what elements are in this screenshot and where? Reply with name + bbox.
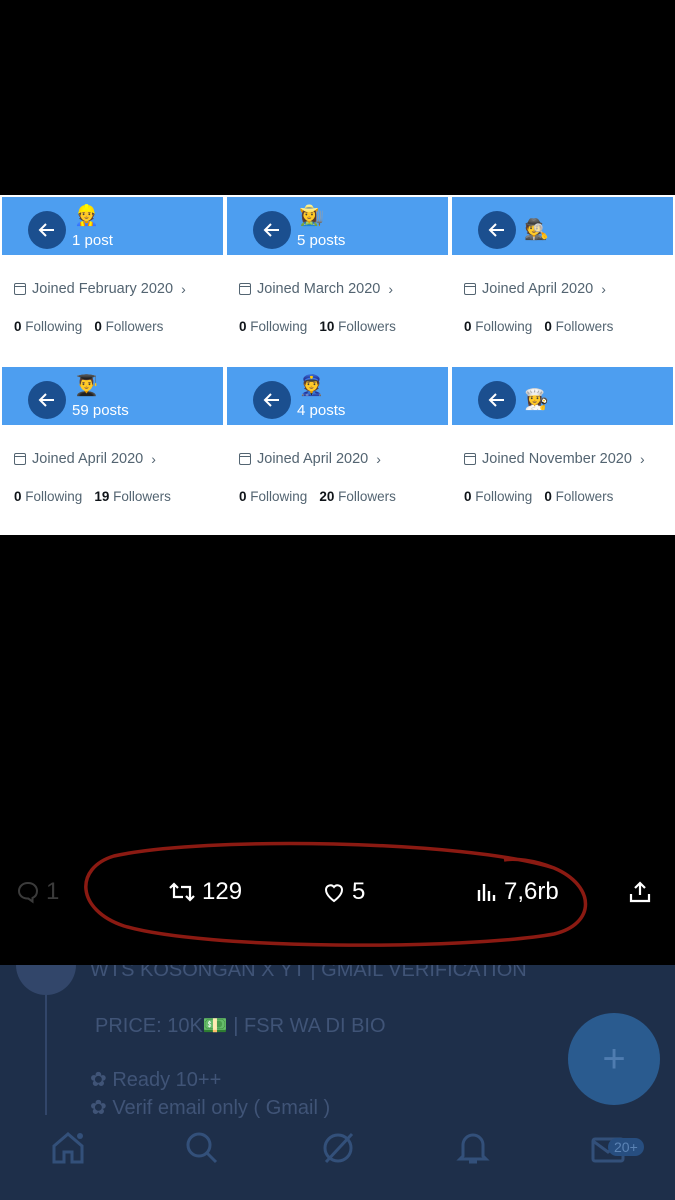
joined-date: Joined April 2020 ›	[239, 451, 381, 467]
bell-icon	[456, 1133, 490, 1164]
profile-card: 👷 1 post Joined February 2020 › 0 Followi…	[0, 195, 225, 365]
joined-date: Joined April 2020 ›	[464, 281, 606, 297]
post-count: 4 posts	[297, 402, 346, 419]
chevron-right-icon: ›	[376, 451, 381, 467]
arrow-left-icon	[38, 223, 54, 237]
post-count: 59 posts	[72, 402, 129, 419]
follow-stats: 0 Following 10 Followers	[239, 319, 396, 334]
follow-stats: 0 Following 19 Followers	[14, 489, 171, 504]
back-button[interactable]	[28, 211, 66, 249]
search-icon	[186, 1132, 218, 1164]
joined-date: Joined February 2020 ›	[14, 281, 186, 297]
avatar	[16, 965, 76, 995]
thread-line	[45, 995, 47, 1115]
share-icon	[629, 881, 651, 903]
back-button[interactable]	[478, 381, 516, 419]
profile-header: 👩‍🌾 5 posts	[227, 197, 448, 255]
bottom-nav	[0, 1130, 675, 1190]
profile-card: 👨‍🎓 59 posts Joined April 2020 › 0 Follow…	[0, 365, 225, 535]
chevron-right-icon: ›	[181, 281, 186, 297]
joined-date: Joined March 2020 ›	[239, 281, 393, 297]
tweet-text-line: ✿ Ready 10++	[90, 1069, 222, 1091]
post-count: 5 posts	[297, 232, 346, 249]
share-button[interactable]	[628, 880, 652, 904]
grok-icon	[323, 1132, 354, 1164]
reply-count: 1	[46, 878, 60, 905]
arrow-left-icon	[263, 393, 279, 407]
profile-emoji: 🕵️	[524, 219, 549, 241]
tweet-text-line: WTS KOSONGAN X YT | GMAIL VERIFICATION	[90, 965, 527, 981]
arrow-left-icon	[263, 223, 279, 237]
tweet-text-line: ✿ Verif email only ( Gmail )	[90, 1097, 331, 1119]
profile-card: 👩‍🍳 Joined November 2020 › 0 Following 0 F…	[450, 365, 675, 535]
back-button[interactable]	[28, 381, 66, 419]
joined-date: Joined November 2020 ›	[464, 451, 645, 467]
plus-icon: +	[602, 1036, 626, 1081]
nav-home[interactable]	[50, 1130, 86, 1166]
chevron-right-icon: ›	[151, 451, 156, 467]
back-button[interactable]	[478, 211, 516, 249]
arrow-left-icon	[488, 393, 504, 407]
profile-header: 👩‍🍳	[452, 367, 673, 425]
profile-emoji: 👩‍🍳	[524, 389, 549, 411]
reply-icon	[17, 881, 39, 904]
nav-grok[interactable]	[320, 1130, 356, 1166]
calendar-icon	[239, 283, 251, 295]
tweet-text-line: PRICE: 10K💵 | FSR WA DI BIO	[95, 1015, 386, 1037]
back-button[interactable]	[253, 211, 291, 249]
back-button[interactable]	[253, 381, 291, 419]
profile-header: 🕵️	[452, 197, 673, 255]
follow-stats: 0 Following 0 Followers	[14, 319, 164, 334]
calendar-icon	[239, 453, 251, 465]
post-count: 1 post	[72, 232, 113, 249]
profile-card: 🕵️ Joined April 2020 › 0 Following 0 Follo…	[450, 195, 675, 365]
chevron-right-icon: ›	[388, 281, 393, 297]
home-icon	[52, 1132, 84, 1164]
nav-notifications[interactable]	[455, 1130, 491, 1166]
red-circle-annotation	[84, 841, 588, 947]
profile-emoji: 👮	[299, 375, 324, 397]
reply-button[interactable]: 1	[16, 878, 59, 906]
profile-card: 👮 4 posts Joined April 2020 › 0 Following…	[225, 365, 450, 535]
follow-stats: 0 Following 20 Followers	[239, 489, 396, 504]
profile-header: 👨‍🎓 59 posts	[2, 367, 223, 425]
calendar-icon	[14, 283, 26, 295]
profile-collage: 👷 1 post Joined February 2020 › 0 Followi…	[0, 195, 675, 535]
follow-stats: 0 Following 0 Followers	[464, 319, 614, 334]
compose-button[interactable]: +	[568, 1013, 660, 1105]
follow-stats: 0 Following 0 Followers	[464, 489, 614, 504]
messages-badge: 20+	[608, 1138, 644, 1156]
joined-date: Joined April 2020 ›	[14, 451, 156, 467]
arrow-left-icon	[38, 393, 54, 407]
profile-header: 👷 1 post	[2, 197, 223, 255]
calendar-icon	[464, 283, 476, 295]
chevron-right-icon: ›	[601, 281, 606, 297]
profile-emoji: 👨‍🎓	[74, 375, 99, 397]
profile-emoji: 👩‍🌾	[299, 205, 324, 227]
chevron-right-icon: ›	[639, 451, 645, 467]
calendar-icon	[14, 453, 26, 465]
calendar-icon	[464, 453, 476, 465]
profile-header: 👮 4 posts	[227, 367, 448, 425]
nav-search[interactable]	[184, 1130, 220, 1166]
arrow-left-icon	[488, 223, 504, 237]
profile-card: 👩‍🌾 5 posts Joined March 2020 › 0 Followi…	[225, 195, 450, 365]
profile-emoji: 👷	[74, 205, 99, 227]
